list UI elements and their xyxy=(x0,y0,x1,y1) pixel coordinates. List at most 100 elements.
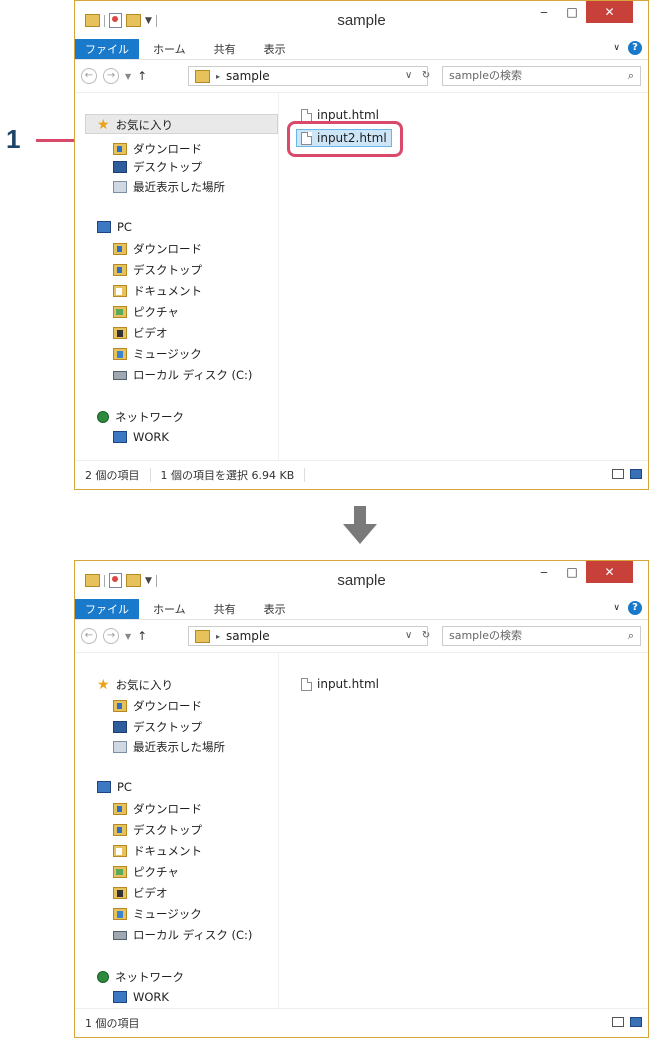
help-icon[interactable]: ? xyxy=(628,41,642,55)
nav-music[interactable]: ミュージック xyxy=(113,346,202,362)
search-placeholder: sampleの検索 xyxy=(449,69,522,82)
nav-label: ミュージック xyxy=(133,347,202,361)
minimize-button[interactable]: ‒ xyxy=(530,1,558,23)
tab-file[interactable]: ファイル xyxy=(75,599,139,619)
recent-places-icon xyxy=(113,181,127,193)
desktop-icon xyxy=(113,161,127,173)
nav-pc-downloads[interactable]: ダウンロード xyxy=(113,241,202,257)
nav-pc-desktop[interactable]: デスクトップ xyxy=(113,822,202,838)
nav-network[interactable]: ネットワーク xyxy=(97,969,184,985)
window-controls: ‒ □ ✕ xyxy=(530,561,633,583)
expand-ribbon-icon[interactable]: ∨ xyxy=(613,43,620,53)
recent-locations-icon[interactable]: ▼ xyxy=(125,632,131,641)
search-input[interactable]: sampleの検索 ⌕ xyxy=(442,66,641,86)
folder-icon xyxy=(195,629,210,643)
videos-icon xyxy=(113,887,127,899)
back-button[interactable]: ← xyxy=(81,628,97,644)
tab-view[interactable]: 表示 xyxy=(250,41,300,57)
nav-label: WORK xyxy=(133,430,169,444)
nav-recent[interactable]: 最近表示した場所 xyxy=(113,179,225,195)
refresh-icon[interactable]: ↻ xyxy=(422,630,430,641)
help-icon[interactable]: ? xyxy=(628,601,642,615)
downloads-icon xyxy=(113,803,127,815)
maximize-button[interactable]: □ xyxy=(558,1,586,23)
tab-share[interactable]: 共有 xyxy=(200,601,250,617)
nav-downloads[interactable]: ダウンロード xyxy=(113,141,202,157)
details-view-icon[interactable] xyxy=(612,469,624,479)
desktop-folder-icon xyxy=(113,824,127,836)
tab-file[interactable]: ファイル xyxy=(75,39,139,59)
minimize-button[interactable]: ‒ xyxy=(530,561,558,583)
html-file-icon xyxy=(301,677,312,691)
nav-favorites[interactable]: ★ お気に入り xyxy=(97,117,173,133)
tab-home[interactable]: ホーム xyxy=(139,41,200,57)
nav-pictures[interactable]: ピクチャ xyxy=(113,864,179,880)
nav-network[interactable]: ネットワーク xyxy=(97,409,184,425)
back-button[interactable]: ← xyxy=(81,68,97,84)
close-button[interactable]: ✕ xyxy=(586,1,633,23)
nav-desktop[interactable]: デスクトップ xyxy=(113,719,202,735)
nav-favorites[interactable]: ★ お気に入り xyxy=(97,677,173,693)
up-button[interactable]: ↑ xyxy=(137,69,147,83)
nav-label: ダウンロード xyxy=(133,802,202,816)
nav-local-disk[interactable]: ローカル ディスク (C:) xyxy=(113,927,252,943)
search-input[interactable]: sampleの検索 ⌕ xyxy=(442,626,641,646)
nav-desktop[interactable]: デスクトップ xyxy=(113,159,202,175)
nav-music[interactable]: ミュージック xyxy=(113,906,202,922)
item-count: 2 個の項目 xyxy=(85,469,140,482)
callout-highlight xyxy=(287,121,403,157)
address-path[interactable]: sample xyxy=(226,69,270,83)
address-dropdown-icon[interactable]: ∨ xyxy=(405,630,412,641)
nav-pictures[interactable]: ピクチャ xyxy=(113,304,179,320)
file-item[interactable]: input.html xyxy=(301,677,379,691)
desktop-folder-icon xyxy=(113,264,127,276)
nav-documents[interactable]: ドキュメント xyxy=(113,843,202,859)
nav-work[interactable]: WORK xyxy=(113,990,169,1004)
details-view-icon[interactable] xyxy=(612,1017,624,1027)
path-chevron-icon: ▸ xyxy=(216,71,221,81)
large-icons-view-icon[interactable] xyxy=(630,469,642,479)
tab-view[interactable]: 表示 xyxy=(250,601,300,617)
nav-local-disk[interactable]: ローカル ディスク (C:) xyxy=(113,367,252,383)
forward-button[interactable]: → xyxy=(103,68,119,84)
nav-pc[interactable]: PC xyxy=(97,220,132,234)
nav-work[interactable]: WORK xyxy=(113,430,169,444)
title-bar: ▼ sample ‒ □ ✕ xyxy=(75,1,648,39)
nav-label: ネットワーク xyxy=(115,970,184,984)
tab-home[interactable]: ホーム xyxy=(139,601,200,617)
nav-label: ピクチャ xyxy=(133,305,179,319)
large-icons-view-icon[interactable] xyxy=(630,1017,642,1027)
downloads-icon xyxy=(113,700,127,712)
nav-recent[interactable]: 最近表示した場所 xyxy=(113,739,225,755)
tab-share[interactable]: 共有 xyxy=(200,41,250,57)
expand-ribbon-icon[interactable]: ∨ xyxy=(613,603,620,613)
maximize-button[interactable]: □ xyxy=(558,561,586,583)
nav-videos[interactable]: ビデオ xyxy=(113,885,168,901)
nav-label: PC xyxy=(117,780,132,794)
address-box[interactable]: ▸ sample xyxy=(188,626,428,646)
search-icon[interactable]: ⌕ xyxy=(628,627,634,645)
status-bar: 2 個の項目 1 個の項目を選択 6.94 KB xyxy=(75,460,648,489)
file-name: input.html xyxy=(317,677,380,691)
address-dropdown-icon[interactable]: ∨ xyxy=(405,70,412,81)
nav-label: ビデオ xyxy=(133,326,168,340)
file-item[interactable]: input.html xyxy=(301,108,379,122)
desktop-icon xyxy=(113,721,127,733)
close-button[interactable]: ✕ xyxy=(586,561,633,583)
nav-pc-downloads[interactable]: ダウンロード xyxy=(113,801,202,817)
computer-icon xyxy=(113,431,127,443)
nav-pc[interactable]: PC xyxy=(97,780,132,794)
address-box[interactable]: ▸ sample xyxy=(188,66,428,86)
nav-pc-desktop[interactable]: デスクトップ xyxy=(113,262,202,278)
recent-locations-icon[interactable]: ▼ xyxy=(125,72,131,81)
address-path[interactable]: sample xyxy=(226,629,270,643)
star-icon: ★ xyxy=(97,117,110,133)
forward-button[interactable]: → xyxy=(103,628,119,644)
nav-downloads[interactable]: ダウンロード xyxy=(113,698,202,714)
nav-documents[interactable]: ドキュメント xyxy=(113,283,202,299)
refresh-icon[interactable]: ↻ xyxy=(422,70,430,81)
up-button[interactable]: ↑ xyxy=(137,629,147,643)
nav-label: PC xyxy=(117,220,132,234)
search-icon[interactable]: ⌕ xyxy=(628,67,634,85)
nav-videos[interactable]: ビデオ xyxy=(113,325,168,341)
